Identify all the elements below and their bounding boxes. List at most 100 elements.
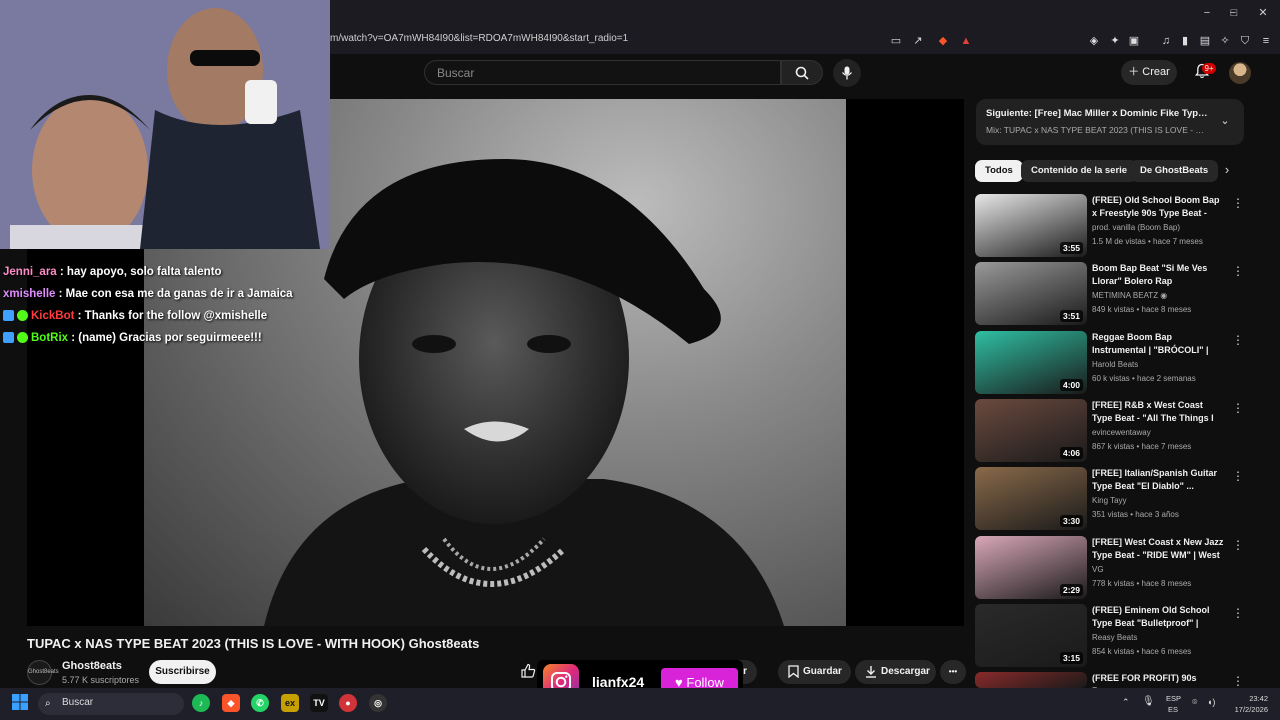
more-options-icon[interactable]: ⋮ <box>1232 333 1244 347</box>
recommendation-title[interactable]: (FREE) Old School Boom Bap x Freestyle 9… <box>1092 194 1224 220</box>
recommendation-channel[interactable]: King Tayy <box>1092 496 1127 505</box>
search-button[interactable] <box>781 60 823 85</box>
more-options-icon[interactable]: ⋮ <box>1232 196 1244 210</box>
share-page-icon[interactable]: ↗ <box>911 34 925 48</box>
recommendation-title[interactable]: [FREE] R&B x West Coast Type Beat - "All… <box>1092 399 1224 425</box>
more-options-icon[interactable]: ⋮ <box>1232 264 1244 278</box>
recommendation-title[interactable]: [FREE] Italian/Spanish Guitar Type Beat … <box>1092 467 1224 493</box>
account-avatar[interactable] <box>1229 62 1251 84</box>
subscribe-button[interactable]: Suscribirse <box>149 660 216 684</box>
chip-channel[interactable]: De GhostBeats <box>1130 160 1219 182</box>
brave-rewards-icon[interactable]: ▲ <box>959 34 973 48</box>
video-thumbnail[interactable]: 3:55 <box>975 194 1087 257</box>
voice-search-button[interactable] <box>833 59 861 87</box>
create-label: Crear <box>1142 66 1170 78</box>
video-thumbnail[interactable]: 2:29 <box>975 536 1087 599</box>
chat-message: KickBot : Thanks for the follow @xmishel… <box>3 310 267 328</box>
webcam-overlay <box>0 0 330 249</box>
recommendation-channel[interactable]: evincewentaway <box>1092 428 1151 437</box>
video-thumbnail[interactable]: 4:06 <box>975 399 1087 462</box>
wallet-icon[interactable]: ▤ <box>1198 34 1212 48</box>
screen-cast-icon[interactable]: ▭ <box>889 34 903 48</box>
video-thumbnail[interactable] <box>975 672 1087 688</box>
obs-icon[interactable]: ◎ <box>369 694 387 712</box>
close-window-button[interactable]: ✕ <box>1256 6 1270 20</box>
video-duration: 4:00 <box>1059 379 1083 391</box>
tradingview-icon[interactable]: TV <box>310 694 328 712</box>
vpn-icon[interactable]: ⛉ <box>1238 34 1252 48</box>
recommendation-channel[interactable]: VG <box>1092 565 1104 574</box>
leo-ai-icon[interactable]: ✧ <box>1218 34 1232 48</box>
keyboard-language[interactable]: ESP <box>1166 694 1181 703</box>
like-icon[interactable] <box>520 663 538 681</box>
recommendation-channel[interactable]: Harold Beats <box>1092 360 1138 369</box>
taskbar-date[interactable]: 17/2/2026 <box>1220 705 1268 714</box>
more-actions-button[interactable]: ••• <box>940 660 966 684</box>
download-button[interactable]: Descargar <box>855 660 936 684</box>
excel-app-icon[interactable]: ex <box>281 694 299 712</box>
network-icon[interactable]: ⌾ <box>1192 697 1197 708</box>
spotify-icon[interactable]: ♪ <box>192 694 210 712</box>
channel-name[interactable]: Ghost8eats <box>62 660 122 672</box>
url-text[interactable]: m/watch?v=OA7mWH84I90&list=RDOA7mWH84I90… <box>330 33 880 49</box>
up-next-panel[interactable] <box>976 99 1244 145</box>
keyboard-layout[interactable]: ES <box>1168 705 1178 714</box>
minimize-icon[interactable]: − <box>1200 6 1214 20</box>
chip-series[interactable]: Contenido de la serie <box>1021 160 1138 182</box>
more-options-icon[interactable]: ⋮ <box>1232 401 1244 415</box>
puzzle-icon[interactable]: ✦ <box>1108 34 1122 48</box>
taskbar-search[interactable]: Buscar <box>38 693 184 715</box>
recommendation-title[interactable]: [FREE] West Coast x New Jazz Type Beat -… <box>1092 536 1224 562</box>
chip-all[interactable]: Todos <box>975 160 1023 182</box>
music-icon[interactable]: ♫ <box>1159 34 1173 48</box>
chat-text: : (name) Gracias por seguirmeee!!! <box>68 332 262 344</box>
recommendation-meta: 854 k vistas • hace 6 meses <box>1092 647 1192 656</box>
recommendation-meta: 1.5 M de vistas • hace 7 meses <box>1092 237 1203 246</box>
chat-username: KickBot <box>31 310 75 322</box>
brave-shields-icon[interactable]: ◆ <box>936 34 950 48</box>
more-options-icon[interactable]: ⋮ <box>1232 606 1244 620</box>
more-options-icon[interactable]: ⋮ <box>1232 674 1244 688</box>
recommendation-title[interactable]: Reggae Boom Bap Instrumental | "BRÓCOLI"… <box>1092 331 1224 357</box>
plus-icon: ＋ <box>1128 66 1143 78</box>
chat-text: : hay apoyo, solo falta talento <box>56 266 222 278</box>
recommendation-channel[interactable]: prod. vanilla (Boom Bap) <box>1092 223 1180 232</box>
chevron-down-icon[interactable]: ⌄ <box>1218 114 1232 128</box>
chevron-right-icon[interactable]: › <box>1218 162 1236 180</box>
taskbar-clock[interactable]: 23:42 <box>1226 694 1268 703</box>
tab-search-icon[interactable]: ▣ <box>1127 34 1141 48</box>
search-input[interactable]: Buscar <box>424 60 781 85</box>
recommendation-title[interactable]: Boom Bap Beat "Si Me Ves Llorar" Bolero … <box>1092 262 1224 288</box>
video-duration: 3:30 <box>1059 515 1083 527</box>
verified-badge-icon <box>17 332 28 344</box>
volume-icon[interactable]: ◖) <box>1207 697 1215 707</box>
video-thumbnail[interactable]: 3:15 <box>975 604 1087 667</box>
menu-icon[interactable]: ≡ <box>1259 34 1273 48</box>
recommendation-title[interactable]: (FREE) Eminem Old School Type Beat "Bull… <box>1092 604 1224 630</box>
video-thumbnail[interactable]: 4:00 <box>975 331 1087 394</box>
video-thumbnail[interactable]: 3:30 <box>975 467 1087 530</box>
more-options-icon[interactable]: ⋮ <box>1232 538 1244 552</box>
whatsapp-icon[interactable]: ✆ <box>251 694 269 712</box>
channel-avatar[interactable]: Ghost8eats <box>27 660 59 685</box>
brave-browser-icon[interactable]: ◆ <box>222 694 240 712</box>
extension-icon[interactable]: ◈ <box>1087 34 1101 48</box>
record-app-icon[interactable]: ● <box>339 694 357 712</box>
chevron-up-icon[interactable]: ⌃ <box>1122 697 1130 708</box>
chat-message: Jenni_ara : hay apoyo, solo falta talent… <box>3 266 222 284</box>
sidebar-icon[interactable]: ▮ <box>1178 34 1192 48</box>
microphone-tray-icon[interactable]: 🎙 <box>1142 696 1155 707</box>
taskbar-search-label: Buscar <box>62 697 94 708</box>
windows-start-icon[interactable] <box>12 694 30 712</box>
search-icon: ⌕ <box>45 698 51 709</box>
recommendation-channel[interactable]: Reasy Beats <box>1092 633 1137 642</box>
recommendation-channel[interactable]: METIMINA BEATZ ◉ <box>1092 291 1167 300</box>
recommendation-meta: 867 k vistas • hace 7 meses <box>1092 442 1192 451</box>
more-options-icon[interactable]: ⋮ <box>1232 469 1244 483</box>
video-title: TUPAC x NAS TYPE BEAT 2023 (THIS IS LOVE… <box>27 636 480 651</box>
up-next-title: Siguiente: [Free] Mac Miller x Dominic F… <box>986 108 1211 119</box>
maximize-button[interactable]: □ <box>1227 6 1241 20</box>
video-thumbnail[interactable]: 3:51 <box>975 262 1087 325</box>
create-button[interactable]: ＋ Crear <box>1121 60 1177 85</box>
save-button[interactable]: Guardar <box>778 660 851 684</box>
